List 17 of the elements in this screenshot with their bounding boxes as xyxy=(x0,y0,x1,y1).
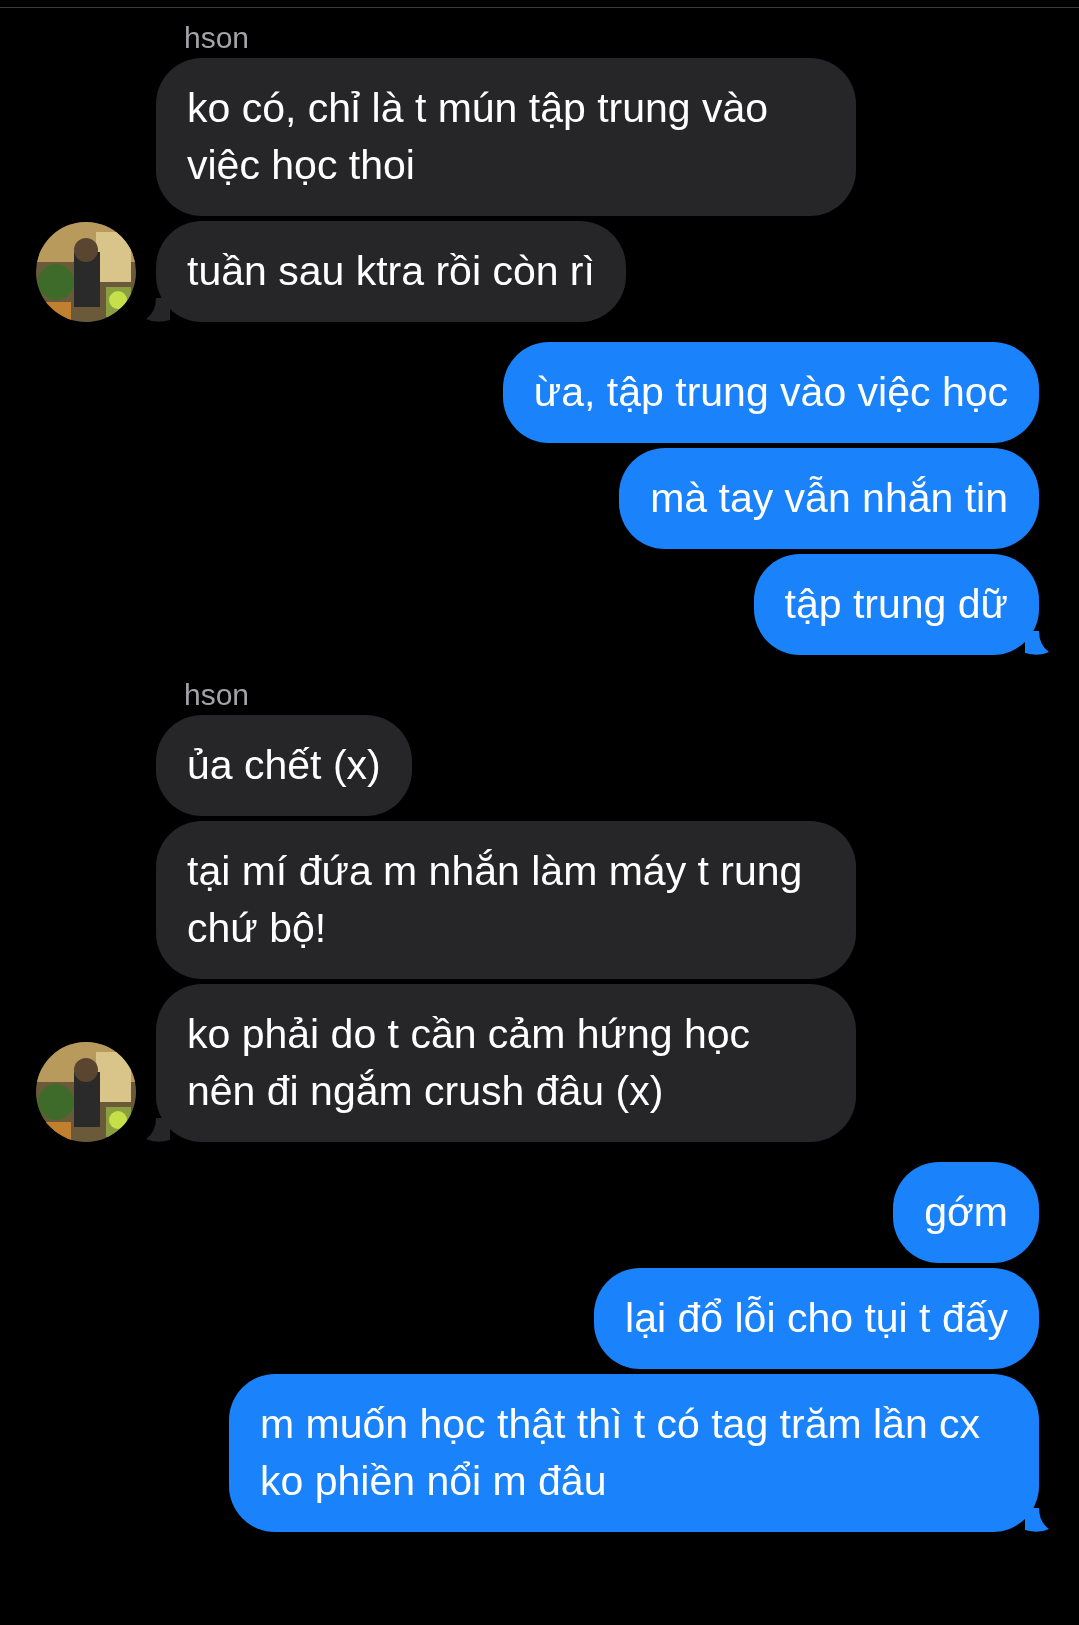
message-bubble: tập trung dữ xyxy=(753,554,1039,655)
message-bubble: tuần sau ktra rồi còn rì xyxy=(156,221,626,322)
bubble-tail-icon xyxy=(1025,1508,1049,1532)
message-bubble: ừa, tập trung vào việc học xyxy=(502,342,1039,443)
message-bubble: tại mí đứa m nhắn làm máy t rung chứ bộ! xyxy=(156,821,856,979)
bubble-tail-icon xyxy=(1025,631,1049,655)
message-bubble: gớm xyxy=(893,1162,1039,1263)
sender-name: hson xyxy=(183,677,251,713)
message-bubble: ko phải do t cần cảm hứng học nên đi ngắm crush đâu (x) xyxy=(156,984,856,1142)
message-bubble: m muốn học thật thì t có tag trăm lần cx ko phiền nổi m đâu xyxy=(229,1374,1039,1532)
bubble-tail-icon xyxy=(146,1118,170,1142)
bubble-tail-icon xyxy=(146,298,170,322)
message-bubble: lại đổ lỗi cho tụi t đấy xyxy=(594,1268,1039,1369)
message-bubble: ủa chết (x) xyxy=(156,715,412,816)
message-bubble: mà tay vẫn nhắn tin xyxy=(619,448,1039,549)
message-bubble: ko có, chỉ là t mún tập trung vào việc học thoi xyxy=(156,58,856,216)
sender-name: hson xyxy=(183,20,251,56)
